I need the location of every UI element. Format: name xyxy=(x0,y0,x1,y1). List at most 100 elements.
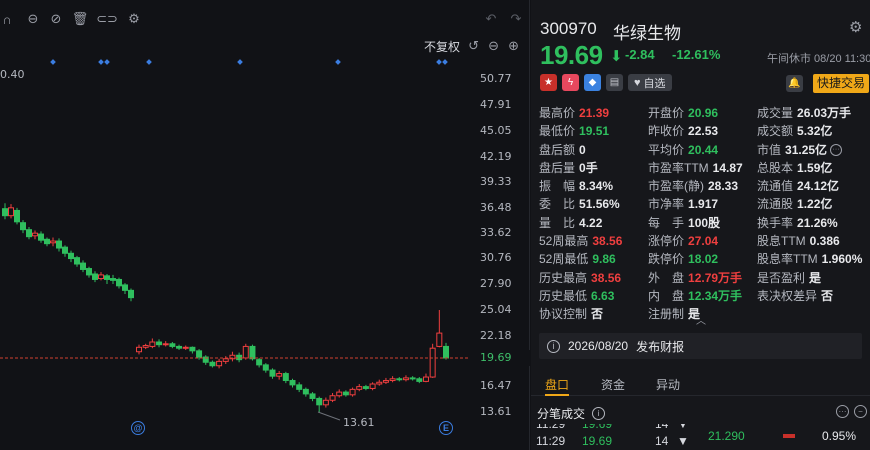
more-icon[interactable]: ··· xyxy=(830,144,843,157)
event-diamond[interactable] xyxy=(146,59,152,65)
side-price: 21.290 xyxy=(708,429,745,443)
candle xyxy=(262,363,269,373)
price-tick-label: 45.05 xyxy=(480,124,512,137)
info-icon[interactable]: i xyxy=(592,407,606,420)
side-bar xyxy=(783,434,795,438)
candle-body xyxy=(322,399,329,406)
event-diamond[interactable] xyxy=(50,59,56,65)
tag-row: ★ ϟ ◆ ▤ ♥ 自选 xyxy=(540,74,672,91)
collapse-icon[interactable]: ︿ xyxy=(696,312,706,327)
down-arrow-icon: ⬇ xyxy=(610,48,623,65)
earnings-badge[interactable]: E xyxy=(439,421,453,435)
candle-body xyxy=(56,240,62,249)
tick-price: 19.69 xyxy=(582,434,613,448)
candle xyxy=(169,342,176,349)
candle-body xyxy=(110,278,116,281)
candle xyxy=(409,376,416,381)
quote-value: 1.59亿 xyxy=(797,160,833,175)
candle xyxy=(376,379,383,386)
quote-cell: 市盈率TTM 14.87 xyxy=(648,159,743,177)
quote-row: 历史最低 6.63 内 盘 12.34万手 表决权差异否 xyxy=(539,287,869,305)
quote-label: 成交额 xyxy=(757,124,794,139)
candle xyxy=(309,392,316,402)
tab-orderbook[interactable]: 盘口 xyxy=(545,376,569,393)
candle-body xyxy=(389,378,396,382)
event-diamond[interactable] xyxy=(237,59,243,65)
quote-cell: 振 幅 8.34% xyxy=(539,177,613,195)
candle xyxy=(80,260,86,273)
candle xyxy=(110,274,116,284)
price-axis: 50.77 47.91 45.05 42.19 39.33 36.48 33.62 30.76… xyxy=(470,0,530,450)
notice-text: 发布财报 xyxy=(636,339,685,354)
quote-cell: 市值 31.25亿 ··· xyxy=(757,141,843,159)
quote-label: 流通股 xyxy=(757,197,794,212)
earnings-notice[interactable]: i 2026/08/20 发布财报 xyxy=(539,333,862,359)
quote-cell: 委 比 51.56% xyxy=(539,195,620,213)
quote-label: 市净率 xyxy=(648,197,685,212)
candle xyxy=(209,360,216,368)
candle-body xyxy=(409,377,416,380)
tick-controls: ··· − + xyxy=(836,405,870,418)
candlestick-chart[interactable]: 13.61 0.40 xyxy=(0,0,530,450)
quote-value: 否 xyxy=(821,288,834,303)
gear-icon[interactable]: ⚙ xyxy=(849,18,862,36)
candle-body xyxy=(296,384,303,390)
candle-body xyxy=(80,262,86,270)
announcement-badge[interactable]: @ xyxy=(131,421,145,435)
quote-value: 0手 xyxy=(579,160,598,175)
quote-label: 量 比 xyxy=(539,215,576,230)
event-diamond[interactable] xyxy=(335,59,341,65)
candle-body xyxy=(196,350,203,358)
candle-body xyxy=(176,345,183,349)
price-tick-label: 16.47 xyxy=(480,379,512,392)
hot-icon[interactable]: ϟ xyxy=(562,74,579,91)
candle xyxy=(256,357,263,368)
candle xyxy=(369,382,376,391)
candle xyxy=(62,245,68,257)
candle xyxy=(98,272,104,281)
candle-body xyxy=(216,360,223,367)
candle xyxy=(289,378,296,388)
tag-icon[interactable]: ◆ xyxy=(584,74,601,91)
current-price-tag: 19.69 xyxy=(472,350,530,366)
stock-name: 华绿生物 xyxy=(613,24,681,43)
quote-cell: 是否盈利是 xyxy=(757,269,821,287)
quote-value: 20.44 xyxy=(688,142,719,157)
tab-capital[interactable]: 资金 xyxy=(601,376,625,393)
document-icon[interactable]: ▤ xyxy=(606,74,623,91)
candle xyxy=(202,355,209,365)
quote-row: 最低价 19.51 昨收价 22.53 成交额 5.32亿 xyxy=(539,122,869,140)
top-left-label: 0.40 xyxy=(0,68,25,81)
quote-value: 38.56 xyxy=(592,234,623,249)
more-icon[interactable]: ··· xyxy=(836,405,849,418)
zoom-out-icon[interactable]: − xyxy=(854,405,867,418)
candle xyxy=(429,343,436,378)
candle xyxy=(20,220,26,234)
tick-price: 19.69 xyxy=(582,424,613,431)
candle-body xyxy=(50,240,56,244)
quote-value: 31.25亿 xyxy=(785,142,828,157)
tick-header: 分笔成交 i xyxy=(537,405,606,422)
event-diamond[interactable] xyxy=(104,59,110,65)
candle-body xyxy=(122,284,128,291)
quote-cell: 市盈率(静) 28.33 xyxy=(648,177,738,195)
price-change-pct: -12.61% xyxy=(672,47,721,62)
add-watchlist-button[interactable]: ♥ 自选 xyxy=(628,74,672,91)
quick-trade-button[interactable]: 快捷交易 xyxy=(813,74,870,93)
candle xyxy=(182,345,189,350)
tab-alerts[interactable]: 异动 xyxy=(656,376,680,393)
event-diamond[interactable] xyxy=(436,59,442,65)
candle xyxy=(122,283,128,294)
quote-cell: 总股本 1.59亿 xyxy=(757,159,832,177)
bell-icon[interactable]: 🔔 xyxy=(786,75,803,92)
tick-volume: 14 xyxy=(655,434,669,448)
candle-body xyxy=(382,380,389,383)
candle-body xyxy=(356,386,363,390)
quote-cell: 52周最高 38.56 xyxy=(539,232,622,250)
tick-title: 分笔成交 xyxy=(537,407,586,421)
quote-label: 外 盘 xyxy=(648,270,685,285)
event-diamond[interactable] xyxy=(442,59,448,65)
candle xyxy=(149,338,156,349)
candle-body xyxy=(44,238,50,245)
event-diamond[interactable] xyxy=(98,59,104,65)
